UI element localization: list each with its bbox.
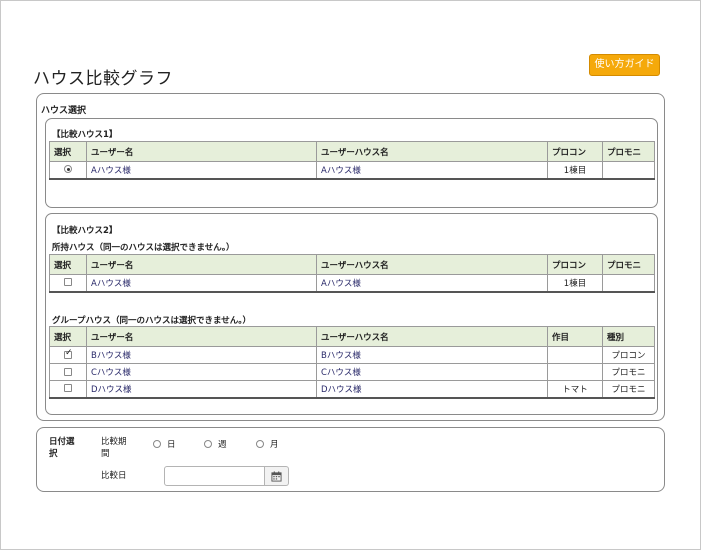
select-radio[interactable] — [64, 165, 72, 174]
column-header: ユーザー名 — [86, 254, 317, 275]
owned-houses-title: 所持ハウス（同一のハウスは選択できません。） — [52, 243, 235, 253]
crop-cell — [547, 363, 603, 381]
select-cell[interactable] — [49, 346, 87, 364]
table-row[interactable]: Bハウス様 Bハウス様 プロコン — [49, 346, 655, 364]
select-cell[interactable] — [49, 274, 87, 293]
column-header: 選択 — [49, 141, 87, 162]
date-select-panel: 日付選択 比較期間 日 週 月 比較日 — [36, 427, 665, 492]
procon-cell: 1棟目 — [547, 161, 603, 180]
period-week-radio[interactable] — [204, 440, 212, 448]
house-name-cell: Aハウス様 — [316, 274, 548, 293]
period-week-label: 週 — [218, 440, 227, 450]
period-option-day[interactable]: 日 — [153, 438, 176, 450]
column-header: ユーザーハウス名 — [316, 141, 548, 162]
page-title: ハウス比較グラフ — [33, 69, 173, 89]
select-checkbox[interactable] — [64, 278, 72, 287]
column-header: ユーザー名 — [86, 141, 317, 162]
column-header: ユーザーハウス名 — [316, 326, 548, 347]
date-select-title: 日付選択 — [49, 437, 75, 459]
column-header: 作目 — [547, 326, 603, 347]
owned-houses-table: 選択 ユーザー名 ユーザーハウス名 プロコン プロモニ Aハウス様 Aハウス様 … — [49, 254, 655, 293]
compare-house-2-section: 【比較ハウス2】 所持ハウス（同一のハウスは選択できません。） 選択 ユーザー名… — [45, 213, 658, 415]
type-cell: プロコン — [602, 346, 655, 364]
select-cell[interactable] — [49, 380, 87, 399]
calendar-icon — [271, 470, 282, 482]
compare-house-2-title: 【比較ハウス2】 — [52, 226, 118, 236]
group-houses-title: グループハウス（同一のハウスは選択できません。） — [52, 316, 251, 326]
house-name-cell: Bハウス様 — [316, 346, 548, 364]
column-header: プロコン — [547, 254, 603, 275]
select-checkbox[interactable] — [64, 367, 72, 376]
table-row[interactable]: Aハウス様 Aハウス様 1棟目 — [49, 274, 655, 293]
user-name-cell: Bハウス様 — [86, 346, 317, 364]
select-checkbox[interactable] — [64, 348, 73, 359]
column-header: プロモニ — [602, 254, 655, 275]
type-cell: プロモニ — [602, 380, 655, 399]
promoni-cell — [602, 274, 655, 293]
user-name-cell: Dハウス様 — [86, 380, 317, 399]
group-houses-table: 選択 ユーザー名 ユーザーハウス名 作目 種別 Bハウス様 Bハウス様 プロコン — [49, 326, 655, 399]
type-cell: プロモニ — [602, 363, 655, 381]
column-header: 種別 — [602, 326, 655, 347]
crop-cell: トマト — [547, 380, 603, 399]
user-name-cell: Aハウス様 — [86, 274, 317, 293]
column-header: ユーザーハウス名 — [316, 254, 548, 275]
period-option-week[interactable]: 週 — [204, 438, 227, 450]
table-row[interactable]: Dハウス様 Dハウス様 トマト プロモニ — [49, 380, 655, 399]
column-header: ユーザー名 — [86, 326, 317, 347]
house-name-cell: Cハウス様 — [316, 363, 548, 381]
house-name-cell: Aハウス様 — [316, 161, 548, 180]
procon-cell: 1棟目 — [547, 274, 603, 293]
compare-house-1-table: 選択 ユーザー名 ユーザーハウス名 プロコン プロモニ Aハウス様 Aハウス様 … — [49, 141, 655, 180]
compare-date-input[interactable] — [164, 466, 265, 486]
compare-date-label: 比較日 — [101, 471, 127, 481]
period-label: 比較期間 — [101, 437, 127, 459]
select-cell[interactable] — [49, 161, 87, 180]
column-header: プロコン — [547, 141, 603, 162]
calendar-button[interactable] — [265, 466, 289, 486]
period-option-month[interactable]: 月 — [256, 438, 279, 450]
column-header: 選択 — [49, 326, 87, 347]
period-day-radio[interactable] — [153, 440, 161, 448]
period-month-label: 月 — [270, 440, 279, 450]
table-row[interactable]: Aハウス様 Aハウス様 1棟目 — [49, 161, 655, 180]
house-select-title: ハウス選択 — [41, 106, 87, 116]
user-name-cell: Cハウス様 — [86, 363, 317, 381]
house-select-panel: ハウス選択 【比較ハウス1】 選択 ユーザー名 ユーザーハウス名 プロコン プロ… — [36, 93, 665, 421]
user-name-cell: Aハウス様 — [86, 161, 317, 180]
period-day-label: 日 — [167, 440, 176, 450]
select-cell[interactable] — [49, 363, 87, 381]
period-month-radio[interactable] — [256, 440, 264, 448]
usage-guide-button[interactable]: 使い方ガイド — [589, 54, 660, 76]
column-header: 選択 — [49, 254, 87, 275]
compare-house-1-section: 【比較ハウス1】 選択 ユーザー名 ユーザーハウス名 プロコン プロモニ Aハウ… — [45, 118, 658, 208]
table-row[interactable]: Cハウス様 Cハウス様 プロモニ — [49, 363, 655, 381]
crop-cell — [547, 346, 603, 364]
compare-house-1-title: 【比較ハウス1】 — [52, 130, 118, 140]
select-checkbox[interactable] — [64, 384, 72, 393]
house-name-cell: Dハウス様 — [316, 380, 548, 399]
column-header: プロモニ — [602, 141, 655, 162]
promoni-cell — [602, 161, 655, 180]
